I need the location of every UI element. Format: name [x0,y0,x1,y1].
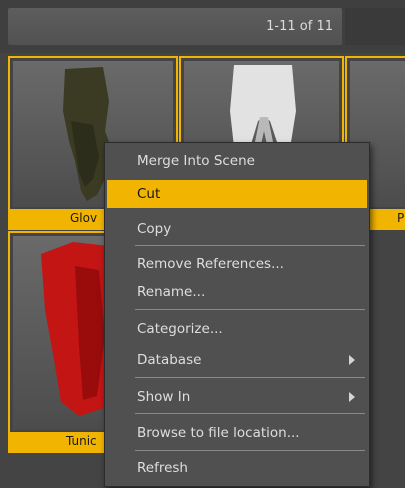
chevron-right-icon [349,392,355,402]
menu-item-browse-to-file-location[interactable]: Browse to file location... [107,419,367,447]
menu-item-database-label: Database [137,352,202,368]
menu-item-show-in[interactable]: Show In [107,383,367,411]
chevron-right-icon [349,355,355,365]
menu-separator [135,245,365,246]
menu-separator [135,309,365,310]
menu-item-refresh[interactable]: Refresh [107,454,367,482]
menu-item-cut[interactable]: Cut [107,180,367,208]
page-count-label: 1-11 of 11 [266,19,333,34]
context-menu: Merge Into Scene Cut Copy Remove Referen… [104,142,370,487]
menu-separator [135,413,365,414]
toolbar-tab-right [345,8,405,45]
menu-item-show-in-label: Show In [137,389,191,405]
menu-item-remove-references[interactable]: Remove References... [107,250,367,278]
content-toolbar: 1-11 of 11 [0,0,405,53]
menu-item-rename[interactable]: Rename... [107,278,367,306]
menu-item-merge-into-scene[interactable]: Merge Into Scene [107,147,367,175]
menu-item-database[interactable]: Database [107,346,367,374]
menu-separator [135,450,365,451]
menu-item-copy[interactable]: Copy [107,215,367,243]
menu-item-categorize[interactable]: Categorize... [107,315,367,343]
menu-separator [135,377,365,378]
